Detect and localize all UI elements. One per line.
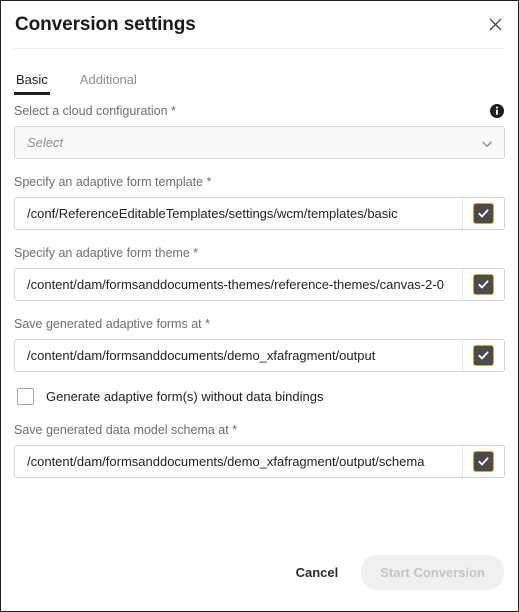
schema-output-control	[14, 445, 505, 478]
chevron-down-icon	[481, 137, 493, 149]
tab-basic[interactable]: Basic	[14, 73, 50, 95]
schema-output-label: Save generated data model schema at *	[14, 423, 238, 437]
tab-basic-label: Basic	[16, 72, 48, 87]
form-template-label: Specify an adaptive form template *	[14, 175, 212, 189]
cloud-configuration-label: Select a cloud configuration *	[14, 103, 176, 118]
no-data-bindings-label: Generate adaptive form(s) without data b…	[46, 389, 324, 404]
checkbox-checked-icon	[474, 346, 493, 365]
no-data-bindings-checkbox-row[interactable]: Generate adaptive form(s) without data b…	[17, 388, 505, 405]
schema-output-picker-button[interactable]	[462, 446, 504, 477]
form-template-picker-button[interactable]	[462, 198, 504, 229]
form-theme-label-row: Specify an adaptive form theme *	[14, 246, 505, 261]
cloud-configuration-label-row: Select a cloud configuration *	[14, 103, 505, 119]
schema-output-input[interactable]	[15, 446, 462, 477]
form-template-input[interactable]	[15, 198, 462, 229]
start-conversion-button[interactable]: Start Conversion	[361, 554, 504, 590]
forms-output-label: Save generated adaptive forms at *	[14, 317, 210, 331]
checkbox-checked-icon	[474, 452, 493, 471]
field-forms-output: Save generated adaptive forms at *	[14, 317, 505, 372]
dialog-footer: Cancel Start Conversion	[1, 539, 518, 611]
form-theme-input[interactable]	[15, 269, 462, 300]
cloud-configuration-select[interactable]: Select	[14, 126, 505, 159]
checkbox-unchecked-icon[interactable]	[17, 388, 34, 405]
forms-output-control	[14, 339, 505, 372]
field-form-theme: Specify an adaptive form theme *	[14, 246, 505, 301]
checkbox-checked-icon	[474, 204, 493, 223]
info-icon[interactable]	[489, 103, 505, 119]
field-cloud-configuration: Select a cloud configuration * Select	[14, 103, 505, 159]
cloud-configuration-placeholder: Select	[27, 135, 64, 150]
forms-output-picker-button[interactable]	[462, 340, 504, 371]
form-theme-picker-button[interactable]	[462, 269, 504, 300]
page-title: Conversion settings	[15, 14, 196, 35]
schema-output-label-row: Save generated data model schema at *	[14, 423, 505, 438]
tab-list: Basic Additional	[1, 51, 518, 95]
forms-output-input[interactable]	[15, 340, 462, 371]
conversion-settings-dialog: Conversion settings Basic Additional Sel…	[0, 0, 519, 612]
form-theme-label: Specify an adaptive form theme *	[14, 246, 199, 260]
tab-additional-label: Additional	[79, 72, 137, 87]
form-template-control	[14, 197, 505, 230]
forms-output-label-row: Save generated adaptive forms at *	[14, 317, 505, 332]
form-template-label-row: Specify an adaptive form template *	[14, 175, 505, 190]
form-theme-control	[14, 268, 505, 301]
checkbox-checked-icon	[474, 275, 493, 294]
field-schema-output: Save generated data model schema at *	[14, 423, 505, 478]
field-form-template: Specify an adaptive form template *	[14, 175, 505, 230]
close-icon[interactable]	[483, 12, 507, 36]
header-divider	[14, 48, 505, 49]
tab-additional[interactable]: Additional	[78, 73, 139, 95]
dialog-body: Select a cloud configuration * Select Sp…	[1, 95, 518, 478]
cancel-button[interactable]: Cancel	[282, 557, 353, 588]
dialog-header: Conversion settings	[1, 1, 518, 48]
